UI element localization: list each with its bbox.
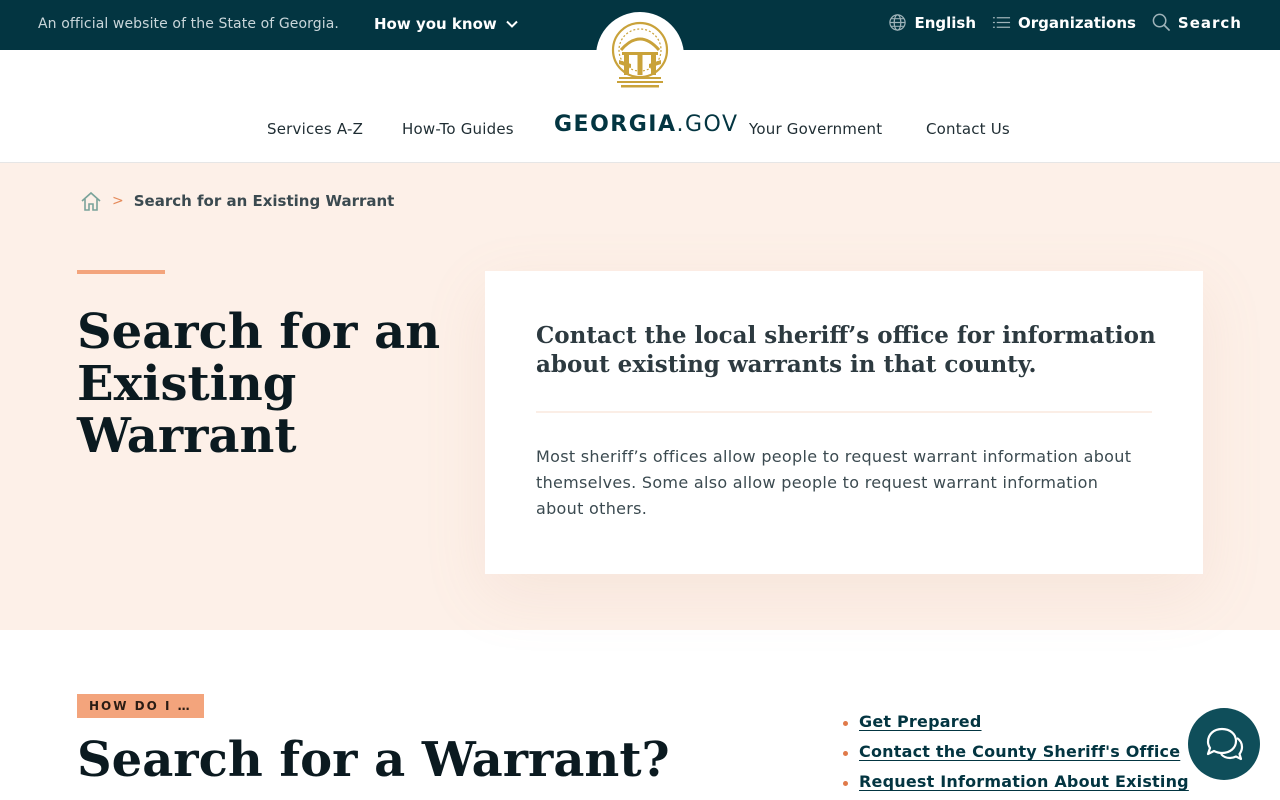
search-label: Search	[1177, 13, 1242, 32]
how-do-i-badge: HOW DO I …	[77, 694, 204, 718]
globe-icon	[889, 14, 907, 31]
utility-nav: English Organizations Search	[888, 13, 1242, 32]
breadcrumb-separator: >	[112, 193, 124, 209]
search-icon	[1152, 13, 1171, 32]
title-accent-bar	[77, 270, 165, 274]
table-of-contents: Get Prepared Contact the County Sheriff'…	[843, 711, 1189, 800]
card-body-text: Most sheriff’s offices allow people to r…	[536, 447, 1132, 518]
nav-contact-us[interactable]: Contact Us	[926, 120, 1010, 138]
georgia-seal-icon	[611, 21, 669, 88]
brand-suffix: .GOV	[676, 112, 739, 137]
language-label: English	[914, 13, 977, 32]
nav-how-to-guides[interactable]: How-To Guides	[402, 120, 514, 138]
toc-link-contact-sheriff[interactable]: Contact the County Sheriff's Office	[859, 742, 1180, 761]
toc-item: Contact the County Sheriff's Office	[843, 741, 1189, 771]
brand-name: GEORGIA	[554, 112, 677, 137]
chat-button[interactable]	[1188, 708, 1260, 780]
summary-card: Contact the local sheriff’s office for i…	[485, 271, 1203, 574]
home-icon[interactable]	[80, 190, 102, 212]
toc-link-get-prepared[interactable]: Get Prepared	[859, 712, 982, 731]
toc-item: Get Prepared	[843, 711, 1189, 741]
page-title: Search for an Existing Warrant	[77, 304, 441, 464]
breadcrumb-current: Search for an Existing Warrant	[133, 192, 395, 210]
card-divider	[536, 411, 1152, 413]
toc-link-request-information[interactable]: Request Information About Existing	[859, 772, 1189, 791]
hero-section: > Search for an Existing Warrant Search …	[0, 163, 1280, 630]
breadcrumb: > Search for an Existing Warrant	[80, 190, 394, 212]
nav-your-government[interactable]: Your Government	[749, 120, 882, 138]
site-brand-logo[interactable]: GEORGIA.GOV	[554, 112, 739, 137]
how-you-know-toggle[interactable]: How you know	[374, 15, 519, 33]
chat-bubbles-icon	[1206, 727, 1244, 761]
georgia-seal-logo[interactable]	[596, 12, 684, 100]
list-icon	[992, 17, 1011, 28]
site-header: Services A-Z How-To Guides GEORGIA.GOV Y…	[0, 12, 1280, 163]
chevron-down-icon	[506, 20, 518, 28]
official-site-text: An official website of the State of Geor…	[38, 16, 339, 32]
section-title: Search for a Warrant?	[77, 732, 670, 788]
organizations-label: Organizations	[1018, 13, 1136, 32]
card-lead-text: Contact the local sheriff’s office for i…	[536, 322, 1156, 378]
nav-services-a-z[interactable]: Services A-Z	[267, 120, 363, 138]
search-button[interactable]: Search	[1152, 13, 1242, 32]
toc-item: Request Information About Existing	[843, 771, 1189, 800]
organizations-link[interactable]: Organizations	[992, 13, 1136, 32]
how-you-know-label: How you know	[374, 15, 497, 33]
language-selector[interactable]: English	[888, 13, 976, 32]
